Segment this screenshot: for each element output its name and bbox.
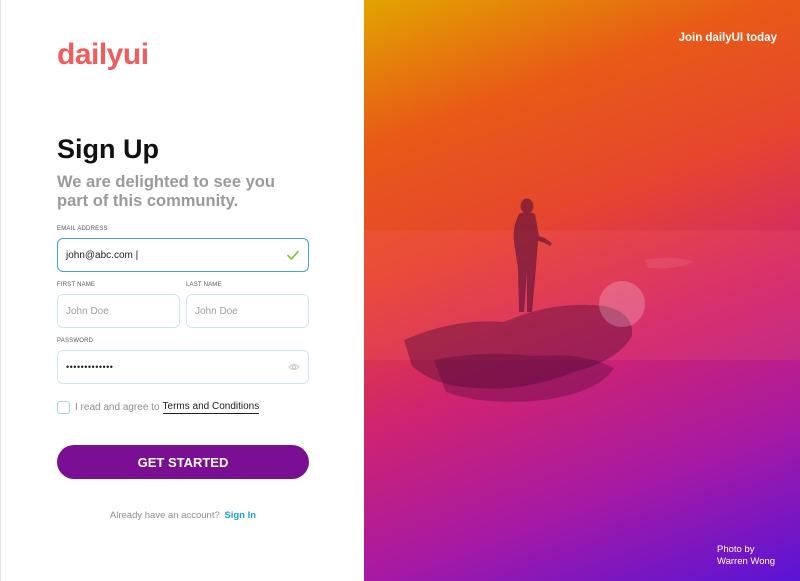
- page-subtitle: We are delighted to see you part of this…: [57, 173, 275, 210]
- password-value: •••••••••••••: [66, 362, 114, 372]
- hero-photo: [364, 198, 800, 402]
- terms-text: I read and agree to: [75, 402, 160, 413]
- signin-prompt: Already have an account?: [109, 510, 220, 521]
- photo-credit-line1: Photo by: [717, 544, 755, 555]
- last-name-placeholder: John Doe: [195, 305, 238, 317]
- photo-credit-line2: Warren Wong: [717, 556, 776, 567]
- email-value: john@abc.com |: [66, 249, 139, 261]
- first-name-label: FIRST NAME: [57, 282, 96, 288]
- signup-panel: dailyui Sign Up We are delighted to see …: [0, 0, 364, 581]
- password-label: PASSWORD: [57, 338, 94, 344]
- photo-credit: Photo by Warren Wong: [717, 544, 775, 568]
- terms-checkbox[interactable]: [57, 401, 70, 414]
- page-title: Sign Up: [57, 134, 159, 164]
- join-tagline[interactable]: Join dailyUI today: [679, 32, 777, 44]
- hero-panel: Join dailyUI today Photo by Warren Wong: [364, 0, 800, 581]
- terms-row: I read and agree to Terms and Conditions: [57, 401, 260, 414]
- terms-link[interactable]: Terms and Conditions: [162, 401, 260, 414]
- email-field[interactable]: john@abc.com |: [57, 238, 309, 272]
- check-icon: [287, 250, 299, 260]
- last-name-field[interactable]: John Doe: [186, 294, 309, 328]
- dailyui-logo[interactable]: dailyui: [57, 38, 149, 72]
- last-name-label: LAST NAME: [186, 282, 222, 288]
- first-name-placeholder: John Doe: [66, 305, 109, 317]
- first-name-field[interactable]: John Doe: [57, 294, 180, 328]
- signin-link[interactable]: Sign In: [224, 510, 256, 521]
- signin-row: Already have an account? Sign In: [57, 510, 309, 521]
- email-label: EMAIL ADDRESS: [57, 226, 108, 232]
- get-started-button[interactable]: GET STARTED: [57, 445, 309, 479]
- eye-icon[interactable]: [288, 362, 300, 372]
- password-field[interactable]: •••••••••••••: [57, 350, 309, 384]
